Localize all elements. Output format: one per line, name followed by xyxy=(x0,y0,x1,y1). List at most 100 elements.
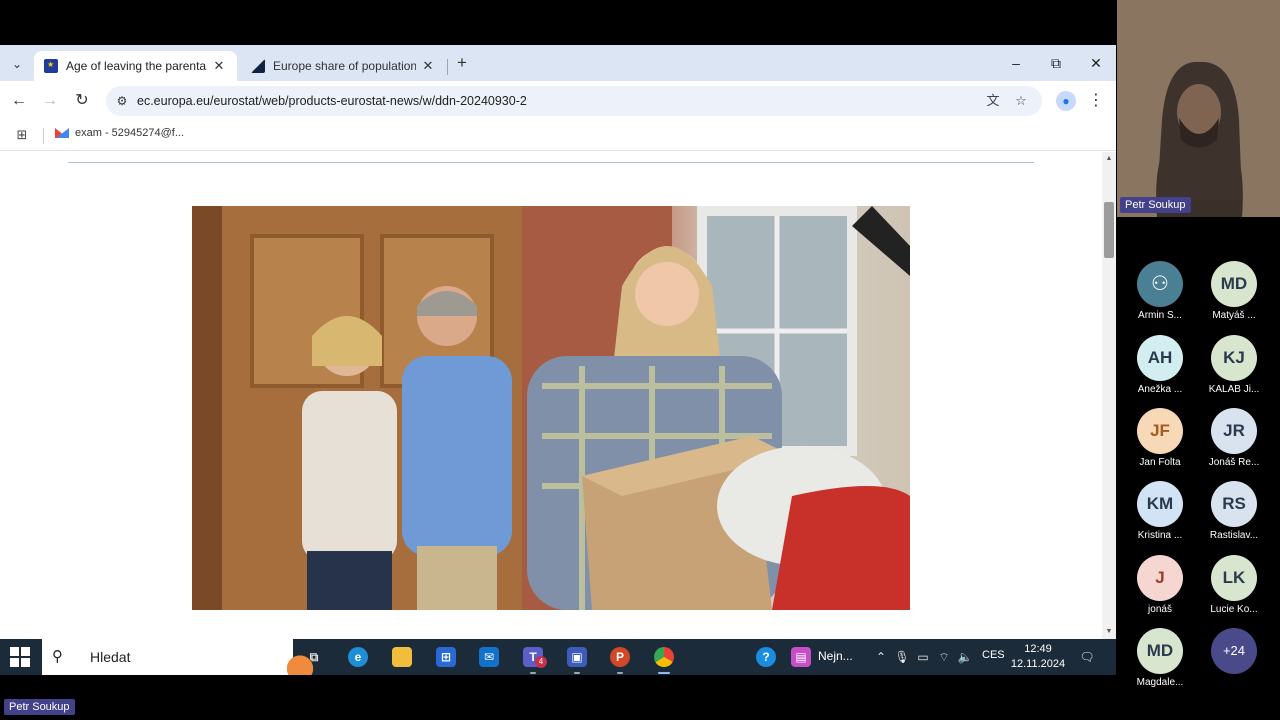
save-app-icon[interactable]: ▣ xyxy=(562,643,592,674)
browser-window: ⌄ Age of leaving the parental hon ✕ Euro… xyxy=(0,45,1116,639)
tab-strip: ⌄ Age of leaving the parental hon ✕ Euro… xyxy=(0,45,1116,81)
clock-time: 12:49 xyxy=(1024,643,1052,655)
participant-avatar: JF xyxy=(1137,408,1183,454)
screen: ⌄ Age of leaving the parental hon ✕ Euro… xyxy=(0,0,1280,720)
participant-tile[interactable]: RS Rastislav... xyxy=(1199,481,1269,541)
participant-tile[interactable]: J jonáš xyxy=(1125,555,1195,615)
participant-tile[interactable]: ⚇ Armin S... xyxy=(1125,261,1195,321)
battery-icon[interactable]: ▭ xyxy=(915,649,931,665)
chrome-icon[interactable] xyxy=(649,643,679,674)
tab-search-icon[interactable]: ⌄ xyxy=(6,53,28,75)
scroll-down-icon[interactable]: ▼ xyxy=(1102,625,1116,639)
news-widget-label[interactable]: Nejn... xyxy=(818,649,853,663)
back-arrow-icon[interactable]: ← xyxy=(8,90,30,112)
participant-tile[interactable]: JR Jonáš Re... xyxy=(1199,408,1269,468)
teams-icon[interactable]: T 4 xyxy=(518,643,548,674)
participant-tile[interactable]: KJ KALAB Ji... xyxy=(1199,335,1269,395)
bookmark-star-icon[interactable]: ☆ xyxy=(1012,92,1030,110)
search-icon: ⚲ xyxy=(52,648,63,665)
tab-age-of-leaving[interactable]: Age of leaving the parental hon ✕ xyxy=(34,51,237,81)
statista-icon xyxy=(251,59,265,73)
participant-avatar: LK xyxy=(1211,555,1257,601)
teams-badge: 4 xyxy=(535,656,547,668)
microsoft-store-icon[interactable]: ⊞ xyxy=(431,643,461,671)
address-bar[interactable]: ⚙ ec.europa.eu/eurostat/web/products-eur… xyxy=(106,86,1042,116)
close-window-button[interactable]: ✕ xyxy=(1076,51,1116,75)
clock-date: 12.11.2024 xyxy=(1010,658,1066,670)
page-content xyxy=(0,152,1102,639)
menu-dots-icon[interactable]: ⋮ xyxy=(1088,89,1104,113)
participant-name: Jonáš Re... xyxy=(1208,457,1260,468)
article-photo xyxy=(192,206,910,610)
scroll-thumb[interactable] xyxy=(1104,202,1114,258)
participant-avatar: KM xyxy=(1137,481,1183,527)
file-explorer-icon[interactable] xyxy=(387,643,417,671)
tab-europe-share[interactable]: Europe share of population with ✕ xyxy=(241,51,446,81)
self-name-tag: Petr Soukup xyxy=(4,699,75,715)
person-icon: ⚇ xyxy=(1137,261,1183,307)
speaker-video-tile[interactable]: Petr Soukup xyxy=(1117,0,1280,217)
participant-tile[interactable]: MD Magdale... xyxy=(1125,628,1195,688)
help-icon[interactable]: ? xyxy=(751,643,781,671)
profile-avatar-icon[interactable]: ● xyxy=(1056,91,1076,111)
participant-tile[interactable]: MD Matyáš ... xyxy=(1199,261,1269,321)
participant-tile[interactable]: KM Kristina ... xyxy=(1125,481,1195,541)
windows-taskbar: ⚲ Hledat ⧉ e ⊞ ✉ T 4 ▣ P ? ▤ Nejn... ⌃ 🎙… xyxy=(0,639,1116,675)
tab-separator xyxy=(447,59,448,75)
powerpoint-icon[interactable]: P xyxy=(605,643,635,674)
participant-name: Armin S... xyxy=(1138,310,1182,321)
translate-icon[interactable]: 文 xyxy=(984,92,1002,110)
news-widget-icon[interactable]: ▤ xyxy=(786,643,816,671)
chevron-up-icon[interactable]: ⌃ xyxy=(873,649,889,665)
wifi-icon[interactable]: ⌔ xyxy=(936,649,952,665)
participant-avatar: MD xyxy=(1137,628,1183,674)
microphone-icon[interactable]: 🎙 xyxy=(894,649,910,665)
tab-title: Europe share of population with xyxy=(273,59,416,73)
participant-name: Kristina ... xyxy=(1137,530,1183,541)
bookmark-label: exam - 52945274@f... xyxy=(75,127,185,139)
scroll-up-icon[interactable]: ▲ xyxy=(1102,152,1116,166)
participant-avatar: KJ xyxy=(1211,335,1257,381)
participant-name: jonáš xyxy=(1148,604,1172,615)
bookmark-exam[interactable]: exam - 52945274@f... xyxy=(55,127,184,139)
page-scrollbar[interactable]: ▲ ▼ xyxy=(1102,152,1116,639)
minimize-button[interactable]: – xyxy=(996,51,1036,75)
url-text[interactable]: ec.europa.eu/eurostat/web/products-euros… xyxy=(137,94,527,108)
reload-icon[interactable]: ↻ xyxy=(71,90,93,112)
participant-tile[interactable]: AH Anežka ... xyxy=(1125,335,1195,395)
bookmarks-bar: ⊞ exam - 52945274@f... xyxy=(0,121,1116,151)
divider-line xyxy=(68,162,1034,163)
participant-avatar: RS xyxy=(1211,481,1257,527)
forward-arrow-icon[interactable]: → xyxy=(39,90,61,112)
system-clock[interactable]: 12:49 12.11.2024 xyxy=(1006,642,1070,672)
participant-tile[interactable]: JF Jan Folta xyxy=(1125,408,1195,468)
edge-icon[interactable]: e xyxy=(343,643,373,671)
search-placeholder: Hledat xyxy=(90,649,131,665)
close-tab-icon[interactable]: ✕ xyxy=(211,58,227,74)
participant-name: KALAB Ji... xyxy=(1208,384,1260,395)
participant-avatar: J xyxy=(1137,555,1183,601)
apps-grid-icon[interactable]: ⊞ xyxy=(14,127,30,143)
restore-button[interactable]: ⧉ xyxy=(1036,51,1076,75)
mail-icon[interactable]: ✉ xyxy=(474,643,504,671)
task-view-icon[interactable]: ⧉ xyxy=(299,643,329,671)
windows-start-icon[interactable] xyxy=(10,647,30,667)
eu-flag-icon xyxy=(44,59,58,73)
participant-avatar: MD xyxy=(1211,261,1257,307)
more-participants-button[interactable]: +24 xyxy=(1211,628,1257,674)
language-indicator[interactable]: CES xyxy=(982,649,1005,661)
taskbar-search-box[interactable]: ⚲ Hledat xyxy=(42,639,320,675)
site-settings-icon[interactable]: ⚙ xyxy=(114,93,130,109)
participant-tile[interactable]: LK Lucie Ko... xyxy=(1199,555,1269,615)
close-tab-icon[interactable]: ✕ xyxy=(420,58,436,74)
bookmark-separator xyxy=(43,128,44,144)
volume-icon[interactable]: 🔈 xyxy=(957,649,973,665)
participant-name: Anežka ... xyxy=(1137,384,1183,395)
participant-avatar: JR xyxy=(1211,408,1257,454)
participant-name: Rastislav... xyxy=(1209,530,1259,541)
participant-name: Jan Folta xyxy=(1139,457,1181,468)
speaker-video xyxy=(1117,0,1280,217)
new-tab-button[interactable]: + xyxy=(453,53,471,73)
gmail-icon xyxy=(55,128,69,138)
notifications-icon[interactable]: 🗨 xyxy=(1079,649,1095,665)
